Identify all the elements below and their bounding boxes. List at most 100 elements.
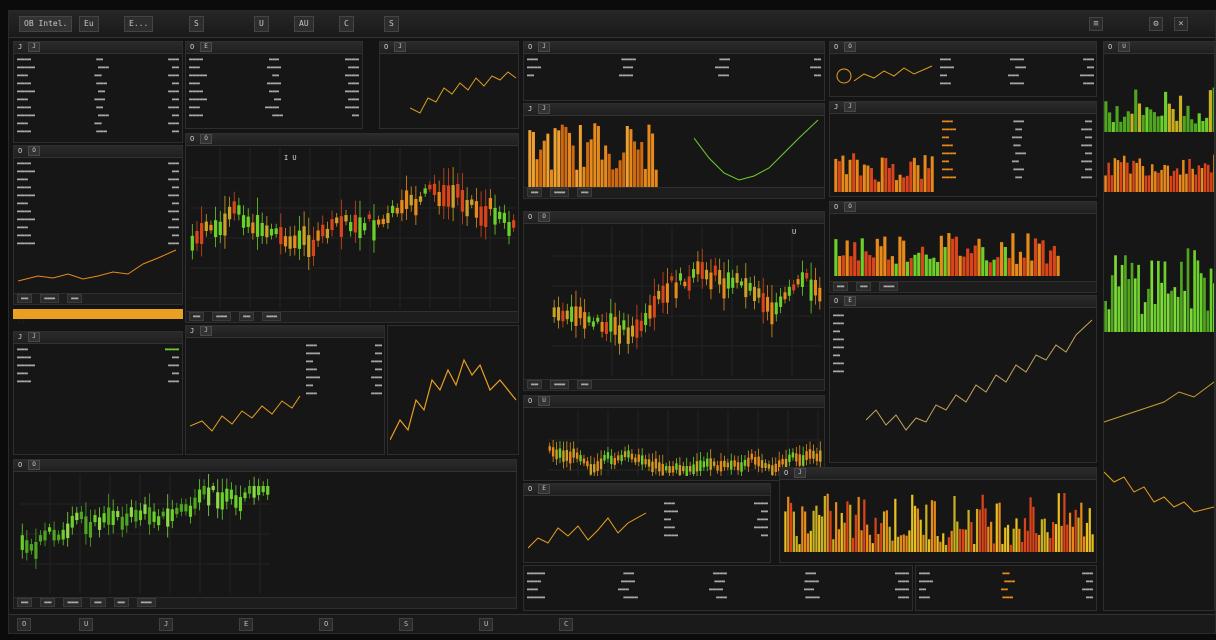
table-row[interactable]: ▬▬▬▬▬▬▬▬▬	[942, 150, 1092, 158]
tab-5[interactable]: C	[339, 16, 354, 32]
table-row[interactable]: ▬▬▬▬▬▬	[664, 508, 768, 516]
table-row[interactable]: ▬▬▬▬▬▬▬	[17, 168, 179, 176]
close-icon[interactable]: ×	[1174, 17, 1188, 31]
table-row[interactable]: ▬▬▬▬▬▬▬▬▬▬	[189, 80, 359, 88]
table-row[interactable]: ▬▬▬▬▬▬▬▬▬▬▬	[189, 104, 359, 112]
table-row[interactable]: ▬▬▬▬▬▬▬▬▬	[940, 72, 1094, 80]
table-row[interactable]: ▬▬▬▬▬▬▬▬▬	[17, 56, 179, 64]
table-row[interactable]: ▬▬▬	[833, 360, 863, 368]
panel-button[interactable]: E	[200, 42, 212, 52]
table-row[interactable]: ▬▬▬▬▬▬▬▬▬▬▬	[189, 88, 359, 96]
table-row[interactable]: ▬▬▬▬▬▬▬▬▬	[17, 128, 179, 136]
table-row[interactable]: ▬▬▬▬▬▬▬▬	[17, 72, 179, 80]
table-row[interactable]: ▬▬▬▬▬▬▬▬▬▬▬▬▬▬▬▬▬▬▬	[527, 594, 909, 602]
panel-button[interactable]: O	[28, 460, 40, 470]
table-row[interactable]: ▬▬▬▬▬▬▬▬	[17, 96, 179, 104]
table-row[interactable]: ▬▬▬	[833, 344, 863, 352]
table-row[interactable]: ▬▬▬▬▬▬▬▬	[17, 362, 179, 370]
table-row[interactable]: ▬▬▬▬▬▬▬	[17, 208, 179, 216]
panel-button[interactable]: J	[538, 104, 550, 114]
table-row[interactable]: ▬▬▬▬▬▬	[17, 176, 179, 184]
tab-4[interactable]: AU	[294, 16, 314, 32]
table-row[interactable]: ▬▬▬▬▬▬▬	[664, 500, 768, 508]
panel-button[interactable]: O	[844, 202, 856, 212]
panel-button[interactable]: J	[200, 326, 212, 336]
table-row[interactable]: ▬▬▬▬▬▬▬▬▬▬▬	[189, 72, 359, 80]
highlight-bar[interactable]: IT	[13, 309, 183, 326]
table-row[interactable]: ▬▬▬▬▬▬▬▬▬	[17, 104, 179, 112]
table-row[interactable]: ▬▬▬▬▬▬▬▬▬	[919, 578, 1093, 586]
table-row[interactable]: ▬▬	[833, 328, 863, 336]
table-row[interactable]: ▬▬▬▬▬▬▬▬	[17, 120, 179, 128]
menu-icon[interactable]: ≡	[1089, 17, 1103, 31]
table-row[interactable]: ▬▬▬▬▬▬▬▬▬▬	[189, 96, 359, 104]
settings-icon[interactable]: ⚙	[1149, 17, 1163, 31]
table-row[interactable]: ▬▬▬	[833, 320, 863, 328]
table-row[interactable]: ▬▬▬▬▬▬▬▬	[942, 166, 1092, 174]
table-row[interactable]: ▬▬▬▬▬▬▬▬▬	[942, 174, 1092, 182]
table-row[interactable]: ▬▬▬▬▬▬▬▬	[919, 594, 1093, 602]
panel-button[interactable]: O	[200, 134, 212, 144]
table-row[interactable]: ▬▬▬▬▬▬▬▬	[17, 192, 179, 200]
table-row[interactable]: ▬▬▬▬▬▬▬	[17, 216, 179, 224]
table-row[interactable]: ▬▬▬▬▬▬▬▬▬▬▬▬▬▬▬▬▬▬▬	[527, 570, 909, 578]
table-row[interactable]: ▬▬▬▬▬	[17, 370, 179, 378]
panel-button[interactable]: J	[28, 42, 40, 52]
table-row[interactable]: ▬▬▬	[833, 312, 863, 320]
table-row[interactable]: ▬▬▬▬▬▬▬	[17, 378, 179, 386]
table-row[interactable]: ▬▬▬▬▬▬▬▬▬▬	[17, 112, 179, 120]
table-row[interactable]: ▬▬▬▬▬▬▬▬▬▬▬	[189, 56, 359, 64]
table-row[interactable]: ▬▬▬▬▬▬	[17, 184, 179, 192]
table-row[interactable]: ▬▬▬▬▬	[306, 366, 382, 374]
table-row[interactable]: ▬▬▬▬▬▬▬	[942, 158, 1092, 166]
table-row[interactable]: ▬▬▬ ▬▬▬▬ ▬▬▬ ▬▬	[527, 56, 821, 64]
bottom-tab-3[interactable]: E	[239, 618, 254, 631]
table-row[interactable]: ▬▬▬▬▬	[17, 200, 179, 208]
bottom-tab-7[interactable]: C	[559, 618, 574, 631]
table-row[interactable]: ▬▬ ▬▬	[306, 382, 382, 390]
panel-button[interactable]: J	[844, 102, 856, 112]
panel-button[interactable]: O	[28, 146, 40, 156]
table-row[interactable]: ▬▬▬▬▬▬▬▬▬▬▬	[527, 72, 821, 80]
tab-3[interactable]: U	[254, 16, 269, 32]
table-row[interactable]: ▬▬▬▬▬▬▬	[306, 374, 382, 382]
table-row[interactable]: ▬▬▬▬▬	[664, 516, 768, 524]
table-row[interactable]: ▬▬▬▬▬▬	[664, 532, 768, 540]
table-row[interactable]: ▬▬▬▬▬	[306, 342, 382, 350]
table-row[interactable]: ▬▬	[833, 352, 863, 360]
tab-1[interactable]: E...	[124, 16, 154, 32]
table-row[interactable]: ▬▬▬▬▬▬▬	[942, 134, 1092, 142]
table-row[interactable]: ▬▬▬▬ ▬▬▬▬ ▬▬▬ ▬▬▬▬ ▬▬▬	[527, 578, 909, 586]
panel-button[interactable]: J	[794, 468, 806, 478]
table-row[interactable]: ▬▬▬▬▬	[306, 358, 382, 366]
table-row[interactable]: ▬▬▬▬ ▬▬▬ ▬▬▬▬ ▬▬▬	[527, 64, 821, 72]
bottom-tab-4[interactable]: O	[319, 618, 334, 631]
table-row[interactable]: ▬▬▬▬▬▬▬▬	[942, 118, 1092, 126]
table-row[interactable]: ▬▬▬▬▬▬▬▬▬	[189, 112, 359, 120]
table-row[interactable]: ▬▬▬▬▬▬▬▬▬▬	[940, 56, 1094, 64]
panel-button[interactable]: E	[538, 484, 550, 494]
table-row[interactable]: ▬▬▬ ▬▬▬ ▬▬▬▬ ▬▬▬ ▬▬▬▬	[527, 586, 909, 594]
tab-0[interactable]: Eu	[79, 16, 99, 32]
bottom-tab-2[interactable]: J	[159, 618, 174, 631]
table-row[interactable]: ▬▬▬▬▬▬▬▬▬▬	[17, 88, 179, 96]
panel-button[interactable]: U	[538, 396, 550, 406]
table-row[interactable]: ▬▬▬▬▬▬▬▬	[919, 570, 1093, 578]
tab-2[interactable]: S	[189, 16, 204, 32]
table-row[interactable]: ▬▬▬▬▬▬▬▬	[942, 142, 1092, 150]
table-row[interactable]: ▬▬▬	[833, 336, 863, 344]
table-row[interactable]: ▬▬▬▬▬▬	[17, 232, 179, 240]
table-row[interactable]: ▬▬▬▬▬▬▬▬▬	[940, 64, 1094, 72]
table-row[interactable]: ▬▬▬▬▬▬▬▬▬	[17, 80, 179, 88]
table-row[interactable]: ▬▬▬▬▬▬▬▬▬	[942, 126, 1092, 134]
table-row[interactable]: ▬▬▬▬▬▬	[306, 390, 382, 398]
table-row[interactable]: ▬▬▬▬▬▬▬▬▬▬	[189, 64, 359, 72]
panel-button[interactable]: O	[844, 42, 856, 52]
panel-button[interactable]: O	[538, 212, 550, 222]
table-row[interactable]: ▬▬▬▬▬▬▬	[919, 586, 1093, 594]
bottom-tab-6[interactable]: U	[479, 618, 494, 631]
bottom-tab-5[interactable]: S	[399, 618, 414, 631]
table-row[interactable]: ▬▬▬▬▬▬▬	[17, 346, 179, 354]
panel-button[interactable]: J	[394, 42, 406, 52]
bottom-tab-1[interactable]: U	[79, 618, 94, 631]
